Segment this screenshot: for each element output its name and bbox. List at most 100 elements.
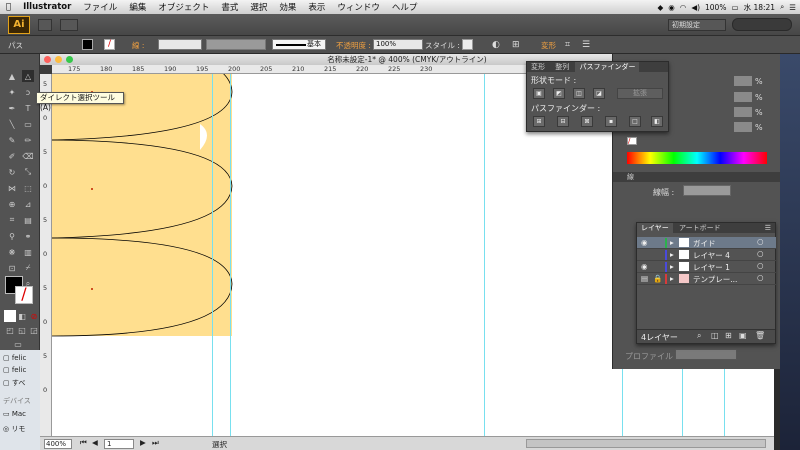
graph-tool-icon[interactable]: ▥ <box>22 246 34 258</box>
visibility-eye-icon[interactable]: ◉ <box>641 238 648 247</box>
opacity-label[interactable]: 不透明度 : <box>336 40 371 51</box>
close-window-button[interactable] <box>44 56 51 63</box>
menu-help[interactable]: ヘルプ <box>386 1 424 13</box>
locate-object-icon[interactable]: ⌕ <box>697 331 701 341</box>
tab-artboards[interactable]: アートボード <box>675 223 725 233</box>
menu-object[interactable]: オブジェクト <box>152 1 215 13</box>
clock[interactable]: 水 18:21 <box>744 2 776 13</box>
vertical-guide[interactable] <box>230 74 231 436</box>
finder-item[interactable]: ▢ felic <box>3 354 26 362</box>
panel-menu-icon[interactable]: ☰ <box>765 223 771 233</box>
arrange-documents-button[interactable] <box>60 19 78 31</box>
menu-effect[interactable]: 効果 <box>273 1 302 13</box>
color-slider-field[interactable] <box>734 92 752 102</box>
blob-brush-icon[interactable]: ✐ <box>6 150 18 162</box>
wifi-icon[interactable]: ◠ <box>680 3 687 12</box>
target-circle-icon[interactable]: ○ <box>757 249 764 258</box>
trim-icon[interactable]: ⊟ <box>557 116 569 127</box>
panel-menu-icon[interactable]: ☰ <box>582 40 590 50</box>
first-artboard-icon[interactable]: ⏮ <box>80 438 87 448</box>
menu-edit[interactable]: 編集 <box>123 1 152 13</box>
layer-row[interactable]: ◉ ▸ レイヤー 1 ○ <box>637 261 776 273</box>
symbol-sprayer-icon[interactable]: ❋ <box>6 246 18 258</box>
pencil-icon[interactable]: ✏ <box>22 134 34 146</box>
slice-tool-icon[interactable]: ⌿ <box>22 262 34 274</box>
merge-icon[interactable]: ⊠ <box>581 116 593 127</box>
bridge-button[interactable] <box>38 19 52 31</box>
exclude-icon[interactable]: ◪ <box>593 88 605 99</box>
tab-transform[interactable]: 変形 <box>527 62 549 72</box>
width-tool-icon[interactable]: ⋈ <box>6 182 18 194</box>
stroke-color-box[interactable]: / <box>15 286 33 304</box>
search-help-field[interactable] <box>732 18 792 31</box>
menu-type[interactable]: 書式 <box>215 1 244 13</box>
dropbox-icon[interactable]: ◆ <box>657 3 663 12</box>
vertical-ruler[interactable]: 5 0 5 0 5 0 5 0 5 0 <box>40 74 52 436</box>
menu-select[interactable]: 選択 <box>244 1 273 13</box>
blend-tool-icon[interactable]: ⚭ <box>22 230 34 242</box>
last-artboard-icon[interactable]: ⏭ <box>152 438 159 448</box>
draw-normal-icon[interactable]: ◰ <box>4 324 16 336</box>
eraser-icon[interactable]: ⌫ <box>22 150 34 162</box>
artboard-tool-icon[interactable]: ⊡ <box>6 262 18 274</box>
minimize-window-button[interactable] <box>55 56 62 63</box>
sync-icon[interactable]: ◉ <box>668 3 675 12</box>
color-mode-icon[interactable] <box>4 310 16 322</box>
finder-item[interactable]: ▢ felic <box>3 366 26 374</box>
layer-row[interactable]: ◉ ▸ ガイド ○ <box>637 237 776 249</box>
make-clipping-mask-icon[interactable]: ◫ <box>711 331 719 340</box>
finder-item[interactable]: ▢ すべ <box>3 378 25 388</box>
free-transform-icon[interactable]: ⬚ <box>22 182 34 194</box>
stroke-weight-field[interactable] <box>158 39 202 50</box>
draw-behind-icon[interactable]: ◱ <box>16 324 28 336</box>
stroke-swatch[interactable]: / <box>104 39 115 50</box>
align-icon[interactable]: ⊞ <box>512 40 520 50</box>
unite-icon[interactable]: ▣ <box>533 88 545 99</box>
previous-artboard-icon[interactable]: ◀ <box>92 438 98 447</box>
shape-builder-icon[interactable]: ⊕ <box>6 198 18 210</box>
target-circle-icon[interactable]: ○ <box>757 261 764 270</box>
opacity-field[interactable]: 100% <box>373 39 423 50</box>
menu-view[interactable]: 表示 <box>302 1 331 13</box>
scale-tool-icon[interactable]: ⤡ <box>22 166 34 178</box>
transform-icon[interactable]: ⌗ <box>565 40 570 50</box>
color-slider-field[interactable] <box>734 76 752 86</box>
fill-swatch[interactable] <box>82 39 93 50</box>
target-circle-icon[interactable]: ○ <box>757 237 764 246</box>
lock-icon[interactable]: 🔒 <box>653 274 662 283</box>
intersect-icon[interactable]: ◫ <box>573 88 585 99</box>
finder-device-item[interactable]: ◎ リモ <box>3 424 25 434</box>
vertical-guide[interactable] <box>212 74 213 436</box>
finder-device-item[interactable]: ▭ Mac <box>3 410 26 418</box>
expand-arrow-icon[interactable]: ▸ <box>670 262 674 271</box>
expand-arrow-icon[interactable]: ▸ <box>670 238 674 247</box>
color-slider-field[interactable] <box>734 122 752 132</box>
perspective-grid-icon[interactable]: ⊿ <box>22 198 34 210</box>
new-layer-icon[interactable]: ▣ <box>739 331 747 340</box>
layer-name[interactable]: レイヤー 1 <box>693 262 730 273</box>
layer-row[interactable]: ▸ レイヤー 4 ○ <box>637 249 776 261</box>
menu-app-name[interactable]: Illustrator <box>17 2 77 12</box>
color-slider-field[interactable] <box>734 107 752 117</box>
type-tool-icon[interactable]: T <box>22 102 34 114</box>
stroke-panel-header[interactable]: 線 <box>613 172 780 182</box>
workspace-switcher[interactable]: 初期設定 <box>668 19 726 31</box>
transform-link[interactable]: 変形 <box>541 40 556 51</box>
vertical-guide[interactable] <box>484 74 485 436</box>
status-text[interactable]: 選択 <box>212 439 227 450</box>
next-artboard-icon[interactable]: ▶ <box>140 438 146 447</box>
none-color-icon[interactable]: / <box>627 137 637 145</box>
lasso-icon[interactable]: ↄ <box>22 86 34 98</box>
selection-tool-icon[interactable]: ▲ <box>6 70 18 82</box>
zoom-level-field[interactable]: 400% <box>44 439 72 449</box>
expand-arrow-icon[interactable]: ▸ <box>670 250 674 259</box>
paintbrush-icon[interactable]: ✎ <box>6 134 18 146</box>
rotate-tool-icon[interactable]: ↻ <box>6 166 18 178</box>
graphic-style-swatch[interactable] <box>462 39 473 50</box>
battery-percent[interactable]: 100% <box>705 3 726 12</box>
eyedropper-icon[interactable]: ⚲ <box>6 230 18 242</box>
zoom-window-button[interactable] <box>66 56 73 63</box>
gradient-tool-icon[interactable]: ▤ <box>22 214 34 226</box>
tab-align[interactable]: 整列 <box>551 62 573 72</box>
artboard-number-field[interactable]: 1 <box>104 439 134 449</box>
